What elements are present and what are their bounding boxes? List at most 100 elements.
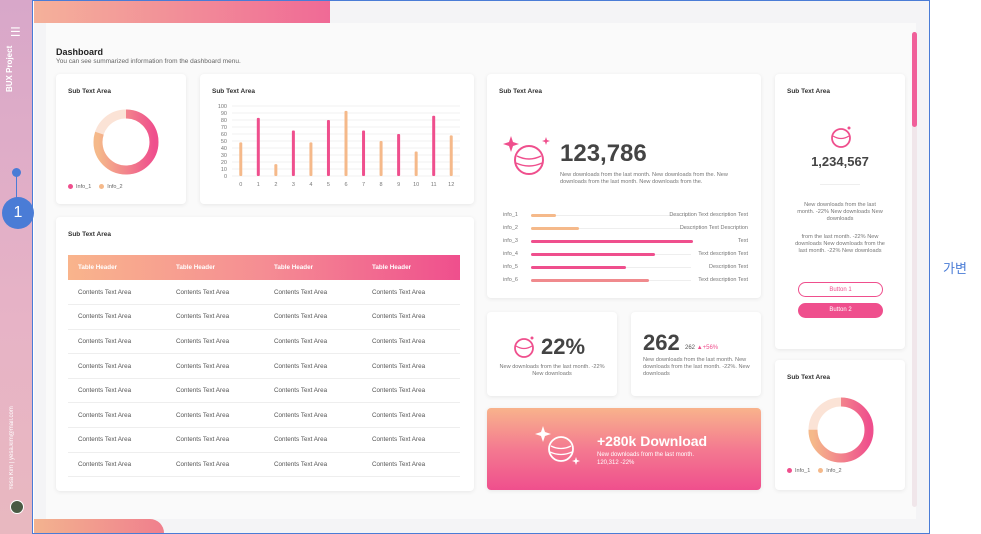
- percent-card: 22% New downloads from the last month. -…: [487, 312, 617, 396]
- stat-bar-fill: [531, 240, 693, 243]
- table-cell: Contents Text Area: [68, 329, 166, 355]
- table-cell: Contents Text Area: [362, 378, 460, 404]
- stat-row: info_3 Text: [503, 236, 748, 249]
- x-tick-label: 1: [257, 182, 260, 188]
- download-desc: New downloads from the last month.: [597, 452, 695, 458]
- stat-bar-fill: [531, 214, 556, 217]
- x-tick-label: 11: [431, 182, 437, 188]
- y-tick-label: 80: [221, 118, 227, 124]
- stat-row-name: info_2: [503, 225, 518, 231]
- table-cell: Contents Text Area: [362, 280, 460, 306]
- y-tick-label: 20: [221, 160, 227, 166]
- y-tick-label: 40: [221, 146, 227, 152]
- table-cell: Contents Text Area: [68, 304, 166, 330]
- percent-desc: New downloads from the last month. -22% …: [499, 364, 605, 377]
- table-header[interactable]: Table Header: [166, 255, 264, 280]
- stats-rows: info_1 Description Text description Text i…: [503, 210, 748, 288]
- table-row[interactable]: Contents Text Area Contents Text Area Cont…: [68, 378, 460, 404]
- table-cell: Contents Text Area: [68, 427, 166, 453]
- bar: [362, 130, 366, 176]
- x-tick-label: 8: [380, 182, 383, 188]
- y-tick-label: 10: [221, 167, 227, 173]
- bar: [449, 135, 453, 176]
- table-cell: Contents Text Area: [68, 280, 166, 306]
- x-tick-label: 5: [327, 182, 330, 188]
- stat-row: info_2 Description Text Description: [503, 223, 748, 236]
- table-header[interactable]: Table Header: [264, 255, 362, 280]
- bar: [309, 142, 313, 176]
- scrollbar-thumb[interactable]: [912, 32, 917, 127]
- stat-bar-fill: [531, 279, 649, 282]
- count-card: 262 262 ▲+56% New downloads from the las…: [631, 312, 761, 396]
- x-tick-label: 10: [413, 182, 419, 188]
- card-label: Sub Text Area: [499, 88, 542, 95]
- stats-value: 123,786: [560, 140, 647, 167]
- card-label: Sub Text Area: [787, 374, 830, 381]
- hamburger-icon[interactable]: ☰: [10, 26, 23, 38]
- table-cell: Contents Text Area: [68, 452, 166, 478]
- download-stat: 120,312 -22%: [597, 460, 635, 466]
- table-header[interactable]: Table Header: [68, 255, 166, 280]
- table-cell: Contents Text Area: [166, 402, 264, 429]
- planet-sparkle-icon: [535, 426, 580, 465]
- stat-row-name: info_6: [503, 277, 518, 283]
- donut-chart: [808, 397, 874, 463]
- bar: [397, 134, 401, 176]
- data-table: Table Header Table Header Table Header T…: [68, 255, 460, 478]
- x-tick-label: 0: [239, 182, 242, 188]
- stat-row-desc: Description Text: [708, 264, 748, 270]
- table-row[interactable]: Contents Text Area Contents Text Area Cont…: [68, 402, 460, 429]
- stat-row: info_4 Text description Text: [503, 249, 748, 262]
- sidebar-footer: Yesa Kim | yesa.kim@mail.com: [9, 406, 15, 490]
- stat-row-name: info_3: [503, 238, 518, 244]
- bar: [239, 142, 243, 176]
- donut-legend: Info_1 Info_2: [68, 184, 123, 190]
- table-cell: Contents Text Area: [264, 452, 362, 478]
- summary-value: 1,234,567: [811, 154, 869, 169]
- table-header-row: Table Header Table Header Table Header T…: [68, 255, 460, 280]
- stat-row-desc: Text description Text: [698, 251, 748, 257]
- legend-item-info1: Info_1: [68, 184, 91, 190]
- y-tick-label: 90: [221, 111, 227, 117]
- table-row[interactable]: Contents Text Area Contents Text Area Cont…: [68, 280, 460, 306]
- bar: [291, 130, 295, 176]
- page-title: Dashboard: [56, 47, 104, 57]
- table-cell: Contents Text Area: [166, 304, 264, 330]
- stats-card: Sub Text Area 123,786 New downloads from…: [487, 74, 761, 298]
- table-row[interactable]: Contents Text Area Contents Text Area Cont…: [68, 427, 460, 453]
- x-tick-label: 4: [309, 182, 312, 188]
- bar: [274, 164, 278, 176]
- table-cell: Contents Text Area: [362, 427, 460, 453]
- stat-row-name: info_1: [503, 212, 518, 218]
- stat-row-desc: Description Text description Text: [669, 212, 748, 218]
- button-1[interactable]: Button 1: [798, 282, 883, 297]
- planet-sparkle-icon: [503, 136, 550, 175]
- avatar[interactable]: [10, 500, 24, 514]
- button-2[interactable]: Button 2: [798, 303, 883, 318]
- x-tick-label: 9: [397, 182, 400, 188]
- table-cell: Contents Text Area: [264, 427, 362, 453]
- donut-card: Sub Text Area Info_1 Info_2: [775, 360, 905, 490]
- table-cell: Contents Text Area: [362, 329, 460, 355]
- y-tick-label: 60: [221, 132, 227, 138]
- card-label: Sub Text Area: [212, 88, 255, 95]
- y-tick-label: 0: [224, 174, 227, 180]
- stat-row-desc: Text description Text: [698, 277, 748, 283]
- table-row[interactable]: Contents Text Area Contents Text Area Cont…: [68, 353, 460, 379]
- stat-row-name: info_4: [503, 251, 518, 257]
- x-tick-label: 2: [274, 182, 277, 188]
- table-row[interactable]: Contents Text Area Contents Text Area Cont…: [68, 304, 460, 330]
- table-cell: Contents Text Area: [264, 378, 362, 404]
- table-cell: Contents Text Area: [166, 353, 264, 379]
- dashboard-canvas: Dashboard You can see summarized informa…: [34, 1, 929, 533]
- percent-value: 22%: [541, 334, 586, 359]
- sidebar: ☰ BUX Project Yesa Kim | yesa.kim@mail.c…: [0, 0, 33, 534]
- table-cell: Contents Text Area: [264, 402, 362, 429]
- stats-description: New downloads from the last month. New d…: [560, 172, 728, 185]
- table-cell: Contents Text Area: [166, 452, 264, 478]
- table-header[interactable]: Table Header: [362, 255, 460, 280]
- summary-desc-1: New downloads from the last month. -22% …: [797, 202, 883, 222]
- table-row[interactable]: Contents Text Area Contents Text Area Cont…: [68, 329, 460, 355]
- divider: [820, 184, 860, 185]
- table-row[interactable]: Contents Text Area Contents Text Area Cont…: [68, 452, 460, 478]
